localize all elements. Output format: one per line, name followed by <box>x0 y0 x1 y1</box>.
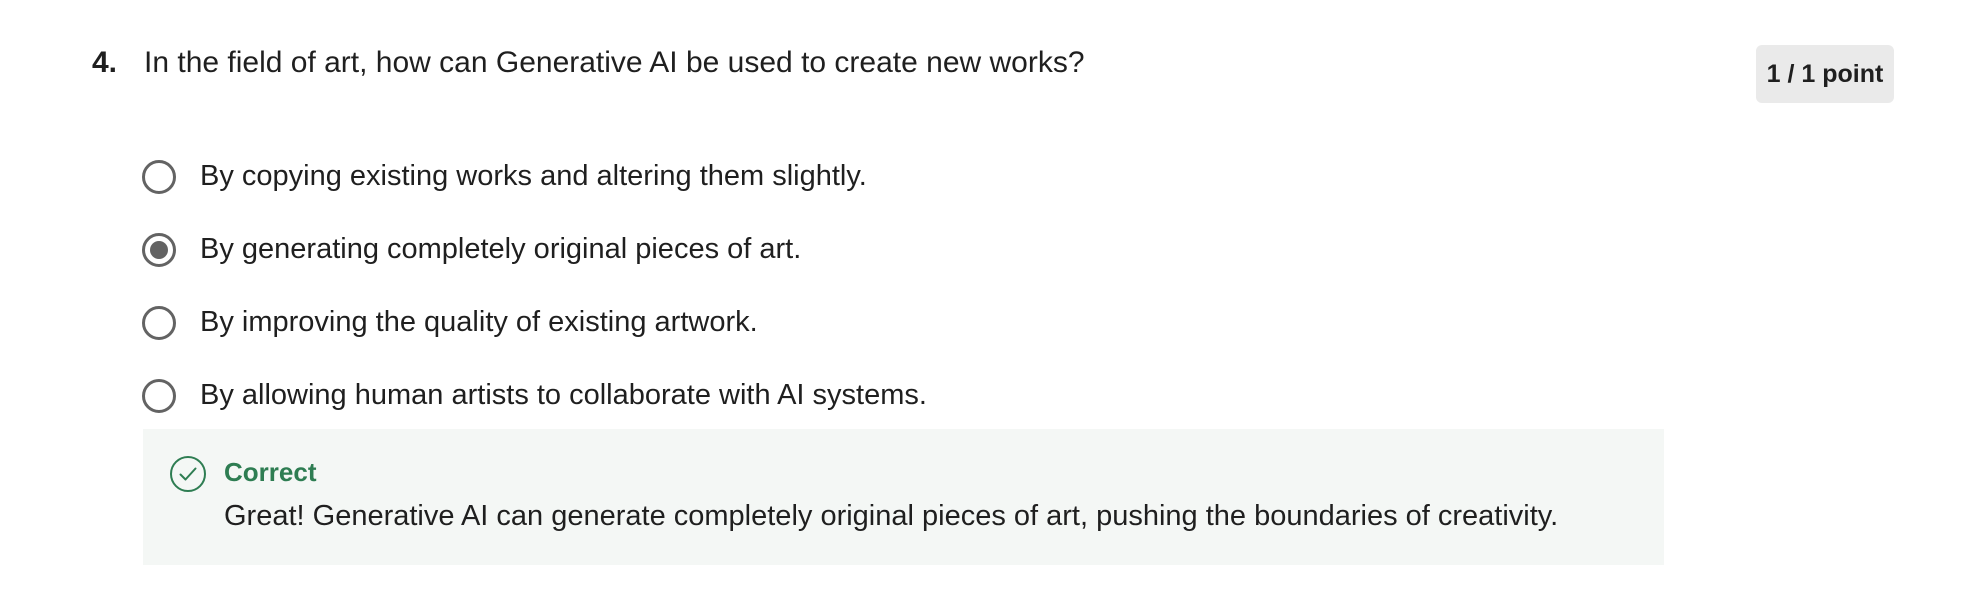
feedback-title: Correct <box>224 457 317 487</box>
radio-button[interactable] <box>142 378 176 413</box>
radio-button-selected[interactable] <box>142 232 176 267</box>
score-badge: 1 / 1 point <box>1756 45 1894 103</box>
option-label: By improving the quality of existing art… <box>200 306 758 338</box>
feedback-text: Great! Generative AI can generate comple… <box>224 500 1559 532</box>
answer-options: By copying existing works and altering t… <box>142 140 927 432</box>
radio-button[interactable] <box>142 159 176 194</box>
answer-option-1[interactable]: By copying existing works and altering t… <box>142 140 927 213</box>
option-label: By copying existing works and altering t… <box>200 160 867 192</box>
radio-button[interactable] <box>142 305 176 340</box>
answer-option-4[interactable]: By allowing human artists to collaborate… <box>142 359 927 432</box>
answer-option-2[interactable]: By generating completely original pieces… <box>142 213 927 286</box>
question-number: 4. <box>92 46 118 79</box>
check-circle-icon <box>170 456 206 492</box>
question-header: 4. In the field of art, how can Generati… <box>92 46 1085 80</box>
option-label: By generating completely original pieces… <box>200 233 802 265</box>
answer-option-3[interactable]: By improving the quality of existing art… <box>142 286 927 359</box>
radio-selected-dot <box>150 240 168 259</box>
question-text: In the field of art, how can Generative … <box>144 46 1085 79</box>
option-label: By allowing human artists to collaborate… <box>200 379 927 411</box>
feedback-panel: Correct Great! Generative AI can generat… <box>143 429 1664 565</box>
quiz-question: 4. In the field of art, how can Generati… <box>0 0 1972 616</box>
